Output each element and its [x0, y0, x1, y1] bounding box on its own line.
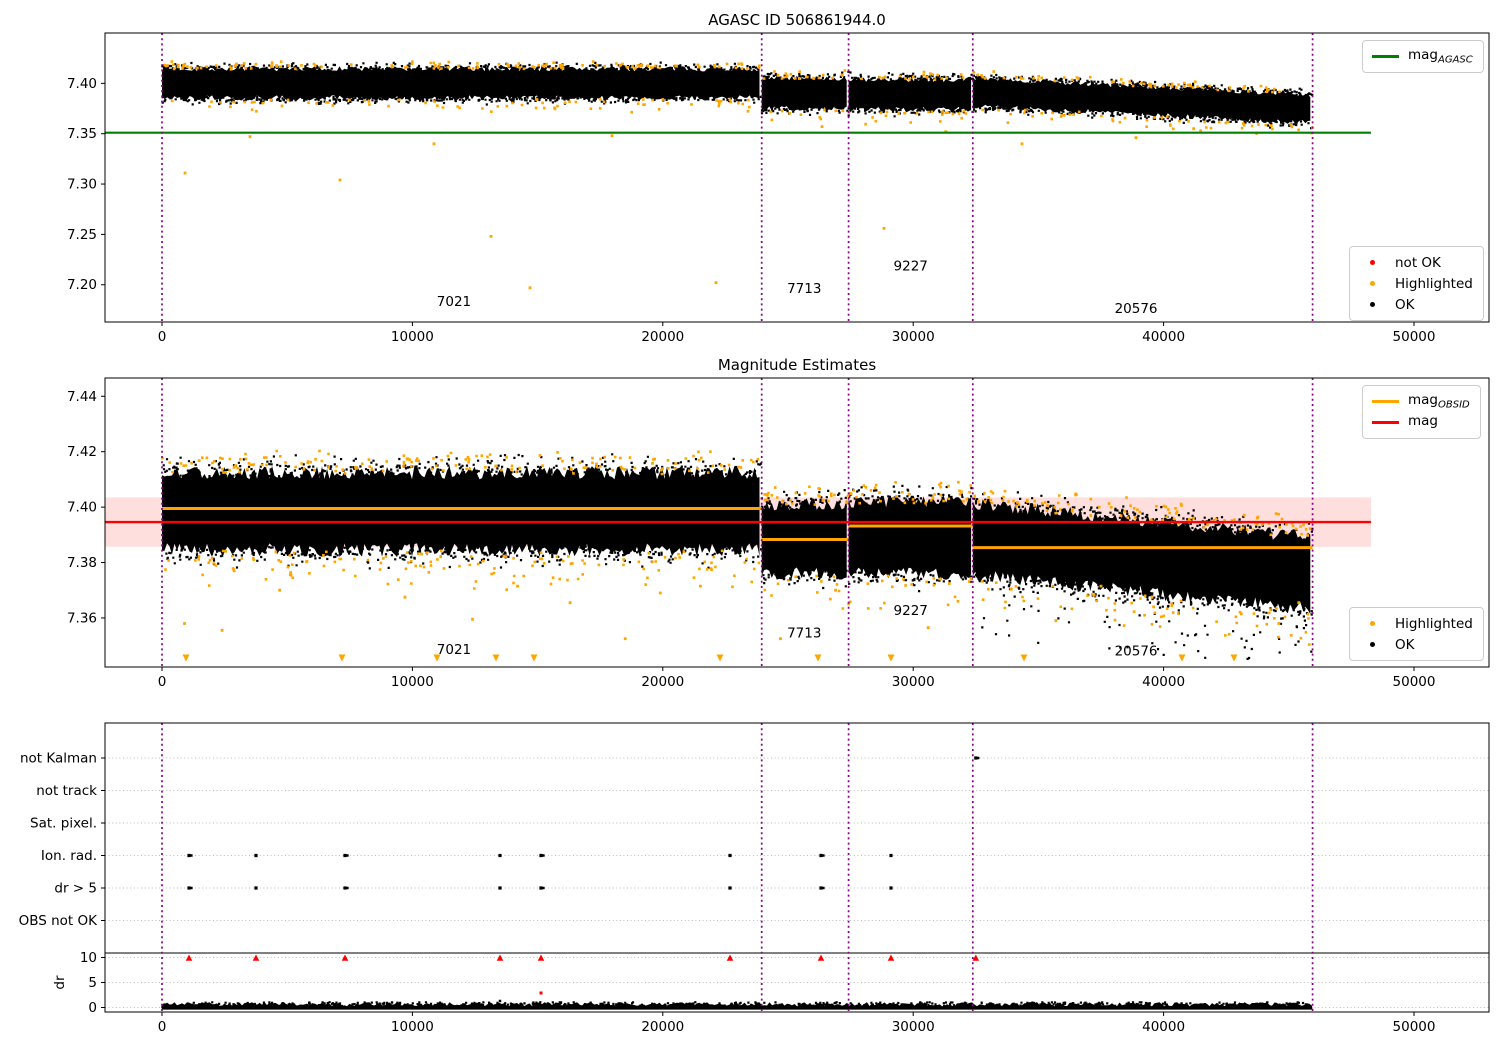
- mag-line-sample: [1372, 421, 1399, 424]
- legend-label: magAGASC: [1408, 47, 1473, 66]
- legend-item-highlighted: Highlighted: [1359, 273, 1473, 294]
- svg-text:10: 10: [80, 950, 97, 966]
- dr-not-ok-points: [185, 954, 980, 995]
- svg-text:7.35: 7.35: [67, 126, 97, 142]
- svg-text:30000: 30000: [892, 674, 935, 690]
- obsid-label: 20576: [1115, 301, 1158, 317]
- svg-text:7.42: 7.42: [67, 444, 97, 460]
- legend-item-mag: mag: [1372, 412, 1470, 433]
- mag-obsid-line-sample: [1372, 400, 1399, 403]
- dr-points: [161, 999, 1312, 1010]
- svg-text:7.44: 7.44: [67, 389, 97, 405]
- obsid-label: 7713: [787, 281, 821, 297]
- svg-text:30000: 30000: [892, 1019, 935, 1035]
- flag-row-label: OBS not OK: [19, 913, 99, 929]
- plot-1: 7021 7713 9227 20576 0 10000 20000 30000 40000 50…: [67, 32, 1490, 345]
- svg-text:40000: 40000: [1142, 1019, 1185, 1035]
- dr-axis-label: dr: [52, 975, 68, 990]
- plot2-title: Magnitude Estimates: [717, 356, 877, 374]
- svg-text:7.38: 7.38: [67, 555, 97, 571]
- svg-text:0: 0: [158, 329, 167, 345]
- svg-text:40000: 40000: [1142, 674, 1185, 690]
- legend-label: OK: [1395, 636, 1415, 653]
- legend-label: OK: [1395, 296, 1415, 313]
- svg-text:30000: 30000: [892, 329, 935, 345]
- figure: 7021 7713 9227 20576 0 10000 20000 30000 40000 50…: [0, 0, 1500, 1050]
- svg-text:0: 0: [158, 674, 167, 690]
- highlighted-dot-sample: [1359, 621, 1386, 626]
- legend-item-ok: OK: [1359, 294, 1473, 315]
- ok-dot-sample: [1359, 642, 1386, 647]
- legend-label: magOBSID: [1408, 392, 1470, 411]
- plot-3: 0 10000 20000 30000 40000 50000 not Kalman not …: [19, 722, 1490, 1035]
- not-ok-dot-sample: [1359, 260, 1386, 265]
- legend-mag-lines: magOBSID mag: [1362, 385, 1481, 439]
- svg-text:0: 0: [88, 1000, 97, 1016]
- flag-row-label: Ion. rad.: [41, 848, 97, 864]
- plots-canvas: 702177139227205760 10000 20000 30000 40000 50…: [19, 32, 1490, 1035]
- svg-text:10000: 10000: [391, 674, 434, 690]
- legend-label: Highlighted: [1395, 615, 1473, 632]
- flag-row-label: Sat. pixel.: [30, 816, 97, 832]
- flag-row-label: dr > 5: [54, 881, 97, 897]
- svg-text:7.40: 7.40: [67, 76, 97, 92]
- svg-text:20000: 20000: [641, 329, 684, 345]
- svg-text:50000: 50000: [1393, 1019, 1436, 1035]
- svg-text:20000: 20000: [641, 674, 684, 690]
- legend-item-mag-obsid: magOBSID: [1372, 391, 1470, 412]
- svg-text:40000: 40000: [1142, 329, 1185, 345]
- svg-text:10000: 10000: [391, 1019, 434, 1035]
- obsid-label: 7021: [437, 642, 471, 658]
- plot-1-series: [105, 33, 1371, 322]
- legend-label: Highlighted: [1395, 275, 1473, 292]
- svg-text:7.20: 7.20: [67, 277, 97, 293]
- obsid-label: 20576: [1115, 643, 1158, 659]
- obsid-label: 9227: [894, 603, 928, 619]
- svg-text:10000: 10000: [391, 329, 434, 345]
- legend-label: not OK: [1395, 254, 1441, 271]
- obsid-label: 9227: [894, 259, 928, 275]
- below-range-markers: [182, 654, 1238, 662]
- svg-text:7.25: 7.25: [67, 227, 97, 243]
- svg-text:50000: 50000: [1393, 329, 1436, 345]
- flag-points: [187, 756, 980, 890]
- svg-text:7.30: 7.30: [67, 177, 97, 193]
- legend-item-ok-2: OK: [1359, 634, 1473, 655]
- svg-text:5: 5: [88, 975, 97, 991]
- svg-text:7.40: 7.40: [67, 500, 97, 516]
- legend-mag-agasc: magAGASC: [1362, 40, 1484, 73]
- obsid-label: 7713: [787, 625, 821, 641]
- plot-2: 7021 7713 9227 20576 0 10000 20000 30000 40000 50…: [67, 377, 1490, 690]
- legend-label: mag: [1408, 413, 1438, 430]
- plot1-title: AGASC ID 506861944.0: [708, 11, 886, 29]
- legend-item-highlighted-2: Highlighted: [1359, 613, 1473, 634]
- legend-point-status-2: Highlighted OK: [1349, 607, 1484, 661]
- mag-agasc-line-sample: [1372, 55, 1399, 58]
- legend-item-not-ok: not OK: [1359, 252, 1473, 273]
- ok-dot-sample: [1359, 302, 1386, 307]
- legend-point-status: not OK Highlighted OK: [1349, 246, 1484, 321]
- flag-row-label: not track: [36, 783, 97, 799]
- highlighted-dot-sample: [1359, 281, 1386, 286]
- svg-text:50000: 50000: [1393, 674, 1436, 690]
- svg-text:7.36: 7.36: [67, 610, 97, 626]
- svg-text:0: 0: [158, 1019, 167, 1035]
- obsid-label: 7021: [437, 294, 471, 310]
- flag-row-label: not Kalman: [20, 751, 97, 767]
- plot-2-series: [105, 378, 1371, 667]
- legend-item-mag-agasc: magAGASC: [1372, 46, 1473, 67]
- svg-text:20000: 20000: [641, 1019, 684, 1035]
